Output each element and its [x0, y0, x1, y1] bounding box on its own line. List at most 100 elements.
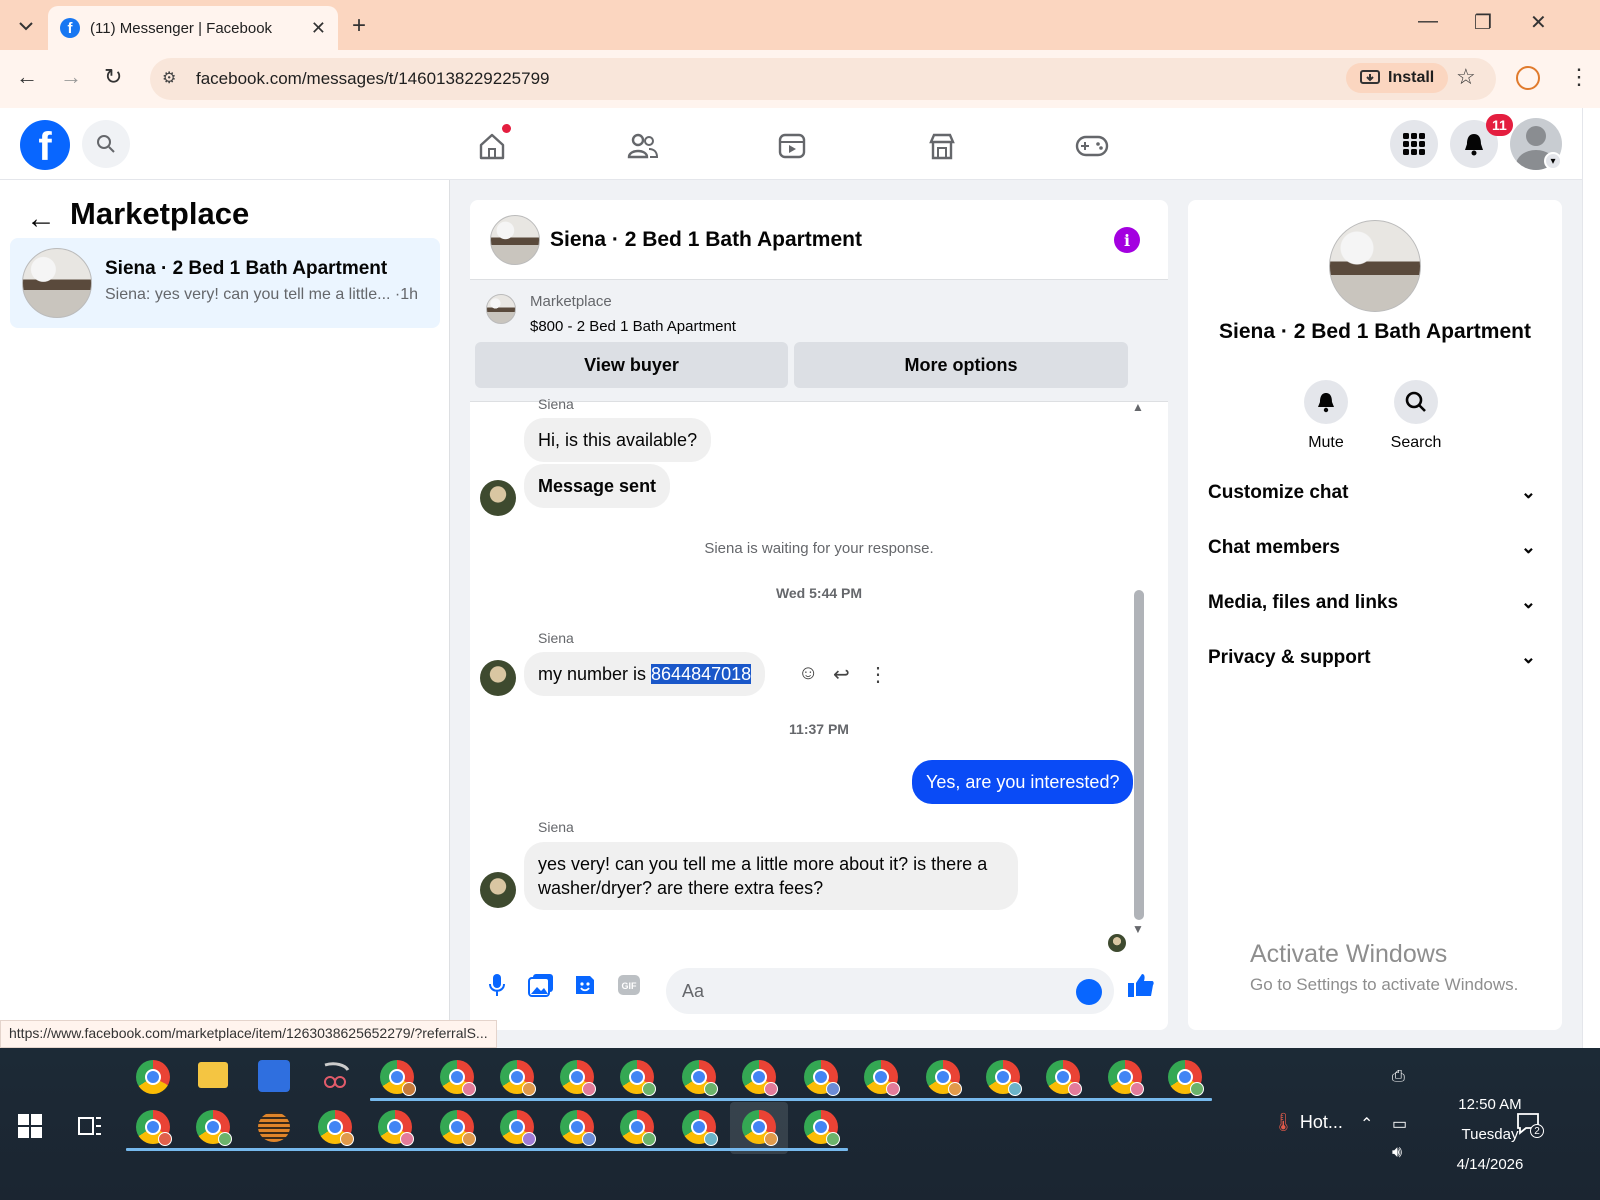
chrome-profile-icon[interactable]: [620, 1060, 656, 1096]
show-hidden-icons[interactable]: ⌃: [1360, 1114, 1373, 1134]
back-icon[interactable]: ←: [16, 64, 38, 90]
site-info-icon[interactable]: ⚙: [162, 68, 184, 90]
chrome-profile-icon[interactable]: [318, 1110, 354, 1146]
omnibox[interactable]: ⚙ facebook.com/messages/t/14601382292257…: [150, 58, 1496, 100]
chat-thumbnail[interactable]: [490, 215, 540, 265]
thumbs-up-icon[interactable]: [1126, 970, 1156, 1000]
more-options-button[interactable]: More options: [794, 342, 1128, 388]
meet-now-icon[interactable]: ⎙: [1392, 1068, 1405, 1086]
microphone-icon[interactable]: [482, 970, 512, 1000]
network-icon[interactable]: ▭: [1392, 1114, 1407, 1134]
chrome-profile-icon[interactable]: [682, 1060, 718, 1096]
chrome-profile-icon[interactable]: [864, 1060, 900, 1096]
sticker-icon[interactable]: [570, 970, 600, 1000]
chrome-profile-icon[interactable]: [986, 1060, 1022, 1096]
selected-phone-number[interactable]: 8644847018: [651, 664, 752, 684]
info-icon[interactable]: i: [1114, 227, 1140, 253]
chrome-profile-icon[interactable]: [682, 1110, 718, 1146]
emoji-icon[interactable]: [1076, 979, 1102, 1005]
chrome-profile-icon[interactable]: [926, 1060, 962, 1096]
view-buyer-button[interactable]: View buyer: [475, 342, 788, 388]
chrome-profile-icon[interactable]: [560, 1060, 596, 1096]
scroll-down-arrow-icon[interactable]: ▼: [1132, 922, 1144, 936]
page-scrollbar[interactable]: [1582, 108, 1600, 1048]
chat-scrollbar-thumb[interactable]: [1134, 590, 1144, 920]
chrome-profile-icon[interactable]: [136, 1110, 172, 1146]
weather-widget[interactable]: 🌡 Hot...: [1272, 1112, 1343, 1133]
menu-button[interactable]: [1390, 120, 1438, 168]
chrome-profile-icon[interactable]: [380, 1060, 416, 1096]
chrome-profile-icon[interactable]: [620, 1110, 656, 1146]
chrome-profile-icon[interactable]: [1108, 1060, 1144, 1096]
forward-icon[interactable]: →: [60, 64, 82, 90]
file-explorer-icon[interactable]: [198, 1062, 228, 1088]
friends-nav-icon[interactable]: [624, 128, 660, 164]
action-center-icon[interactable]: 2: [1516, 1112, 1544, 1138]
message-bubble[interactable]: Message sent: [524, 464, 671, 508]
app-taskbar-icon[interactable]: [258, 1112, 290, 1142]
mute-action[interactable]: Mute: [1286, 380, 1366, 452]
message-bubble[interactable]: Hi, is this available?: [524, 418, 712, 462]
chrome-profile-icon[interactable]: [378, 1110, 414, 1146]
chrome-profile-icon[interactable]: [804, 1060, 840, 1096]
account-chevron-icon[interactable]: ▾: [1544, 152, 1562, 170]
reply-icon[interactable]: ↩: [833, 662, 850, 687]
bookmark-star-icon[interactable]: ☆: [1456, 64, 1476, 90]
chrome-profile-icon[interactable]: [196, 1110, 232, 1146]
app-taskbar-icon[interactable]: [258, 1060, 290, 1092]
gif-icon[interactable]: GIF: [614, 970, 644, 1000]
sender-avatar[interactable]: [480, 660, 516, 696]
tab-list-button[interactable]: [12, 12, 40, 40]
own-message-bubble[interactable]: Yes, are you interested?: [912, 760, 1134, 804]
url-text[interactable]: facebook.com/messages/t/1460138229225799: [196, 69, 549, 89]
chrome-taskbar-icon[interactable]: [136, 1060, 170, 1094]
chrome-profile-icon[interactable]: [742, 1110, 778, 1146]
customize-chat-section[interactable]: Customize chat ⌄: [1208, 482, 1542, 504]
chrome-profile-icon[interactable]: [804, 1110, 840, 1146]
reload-icon[interactable]: ↻: [104, 64, 122, 90]
chrome-profile-icon[interactable]: [500, 1110, 536, 1146]
chrome-profile-icon[interactable]: [1046, 1060, 1082, 1096]
back-arrow-icon[interactable]: ←: [26, 202, 56, 236]
chrome-profile-icon[interactable]: [500, 1060, 536, 1096]
install-button[interactable]: Install: [1346, 63, 1449, 93]
chrome-profile-icon[interactable]: [742, 1060, 778, 1096]
scroll-up-arrow-icon[interactable]: ▲: [1132, 400, 1144, 414]
task-view-icon[interactable]: [78, 1114, 102, 1143]
video-nav-icon[interactable]: [774, 128, 810, 164]
close-tab-icon[interactable]: ✕: [311, 18, 326, 39]
chat-title[interactable]: Siena · 2 Bed 1 Bath Apartment: [550, 228, 862, 252]
listing-price-title[interactable]: $800 - 2 Bed 1 Bath Apartment: [530, 318, 736, 335]
sender-avatar[interactable]: [480, 480, 516, 516]
media-files-links-section[interactable]: Media, files and links ⌄: [1208, 592, 1542, 614]
windows-start-icon[interactable]: [18, 1114, 42, 1143]
sender-avatar[interactable]: [480, 872, 516, 908]
minimize-button[interactable]: —: [1418, 10, 1438, 33]
chrome-profile-icon[interactable]: [440, 1110, 476, 1146]
message-bubble[interactable]: yes very! can you tell me a little more …: [524, 842, 1018, 910]
more-actions-icon[interactable]: ⋮: [868, 662, 888, 687]
profile-icon[interactable]: [1516, 66, 1540, 90]
message-input[interactable]: Aa: [666, 968, 1114, 1014]
home-nav-icon[interactable]: [474, 128, 510, 164]
chat-members-section[interactable]: Chat members ⌄: [1208, 537, 1542, 559]
close-window-button[interactable]: ✕: [1530, 10, 1547, 35]
chrome-profile-icon[interactable]: [440, 1060, 476, 1096]
browser-menu-icon[interactable]: ⋮: [1568, 64, 1590, 90]
browser-tab[interactable]: f (11) Messenger | Facebook ✕: [48, 6, 338, 50]
chrome-profile-icon[interactable]: [560, 1110, 596, 1146]
restore-button[interactable]: ❐: [1474, 10, 1492, 35]
search-action[interactable]: Search: [1376, 380, 1456, 452]
chrome-profile-icon[interactable]: [1168, 1060, 1204, 1096]
gaming-nav-icon[interactable]: [1074, 128, 1110, 164]
react-emoji-icon[interactable]: ☺: [798, 662, 818, 685]
volume-icon[interactable]: 🔊︎: [1392, 1144, 1402, 1162]
marketplace-nav-icon[interactable]: [924, 128, 960, 164]
facebook-logo[interactable]: f: [20, 120, 70, 170]
snipping-tool-icon[interactable]: [320, 1062, 350, 1090]
new-tab-button[interactable]: +: [352, 12, 366, 40]
privacy-support-section[interactable]: Privacy & support ⌄: [1208, 647, 1542, 669]
conversation-item[interactable]: Siena · 2 Bed 1 Bath Apartment Siena: ye…: [10, 238, 440, 328]
photo-icon[interactable]: [526, 970, 556, 1000]
search-button[interactable]: [82, 120, 130, 168]
